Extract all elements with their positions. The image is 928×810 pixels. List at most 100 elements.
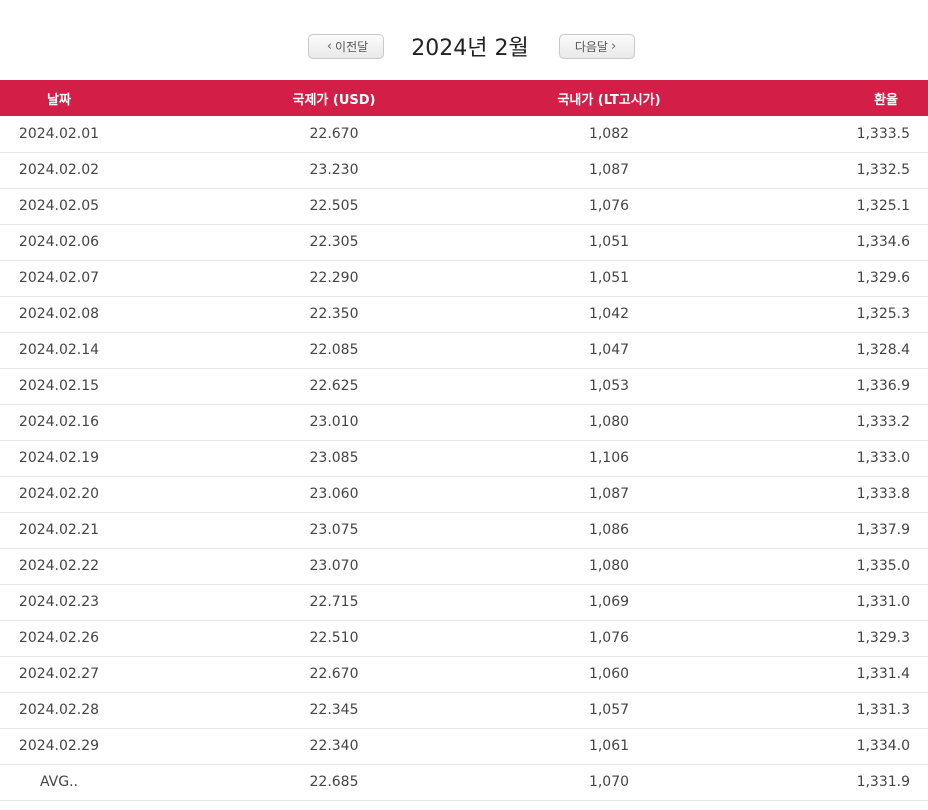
table-row: 2024.02.01 22.670 1,082 1,333.5 xyxy=(0,116,928,152)
cell-exchange-rate: 1,328.4 xyxy=(856,342,910,358)
cell-date: 2024.02.14 xyxy=(18,342,100,358)
cell-exchange-rate: 1,331.9 xyxy=(856,774,910,790)
cell-date: 2024.02.15 xyxy=(18,378,100,394)
cell-exchange-rate: 1,331.0 xyxy=(856,594,910,610)
month-title: 2024년 2월 xyxy=(411,36,529,61)
cell-date: 2024.02.01 xyxy=(18,125,100,142)
table-avg-row: AVG.. 22.685 1,070 1,331.9 xyxy=(0,764,928,800)
cell-date: 2024.02.20 xyxy=(18,486,100,502)
cell-domestic-price: 1,106 xyxy=(588,450,630,466)
cell-intl-price: 22.670 xyxy=(309,125,359,142)
cell-domestic-price: 1,057 xyxy=(588,702,630,718)
table-row: 2024.02.20 23.060 1,087 1,333.8 xyxy=(0,476,928,512)
cell-intl-price: 22.715 xyxy=(309,594,359,610)
cell-exchange-rate: 1,333.8 xyxy=(856,486,910,502)
cell-intl-price: 22.340 xyxy=(309,738,359,754)
month-navigation: ‹ 이전달 2024년 2월 다음달 › xyxy=(0,0,928,80)
table-row: 2024.02.28 22.345 1,057 1,331.3 xyxy=(0,692,928,728)
header-date[interactable]: 날짜 xyxy=(0,80,118,116)
table-row: 2024.02.27 22.670 1,060 1,331.4 xyxy=(0,656,928,692)
cell-intl-price: 22.510 xyxy=(309,630,359,646)
cell-exchange-rate: 1,333.2 xyxy=(856,414,910,430)
table-row: 2024.02.05 22.505 1,076 1,325.1 xyxy=(0,188,928,224)
cell-date: 2024.02.07 xyxy=(18,270,100,286)
header-exchange-rate[interactable]: 환율 xyxy=(668,80,928,116)
cell-intl-price: 22.345 xyxy=(309,702,359,718)
cell-domestic-price: 1,069 xyxy=(588,594,630,610)
cell-domestic-price: 1,076 xyxy=(588,630,630,646)
chevron-left-icon: ‹ xyxy=(326,39,333,54)
cell-exchange-rate: 1,329.3 xyxy=(856,630,910,646)
cell-intl-price: 23.070 xyxy=(309,558,359,574)
cell-exchange-rate: 1,334.6 xyxy=(856,234,910,250)
header-intl-price[interactable]: 국제가 (USD) xyxy=(118,80,550,116)
table-row: 2024.02.16 23.010 1,080 1,333.2 xyxy=(0,404,928,440)
cell-intl-price: 22.290 xyxy=(309,270,359,286)
cell-exchange-rate: 1,325.1 xyxy=(856,198,910,214)
cell-domestic-price: 1,051 xyxy=(588,270,630,286)
table-body: 2024.02.01 22.670 1,082 1,333.5 2024.02.02 23… xyxy=(0,116,928,800)
cell-domestic-price: 1,086 xyxy=(588,522,630,538)
table-row: 2024.02.06 22.305 1,051 1,334.6 xyxy=(0,224,928,260)
cell-date: 2024.02.06 xyxy=(18,234,100,250)
table-row: 2024.02.22 23.070 1,080 1,335.0 xyxy=(0,548,928,584)
table-row: 2024.02.02 23.230 1,087 1,332.5 xyxy=(0,152,928,188)
cell-domestic-price: 1,047 xyxy=(588,342,630,358)
cell-domestic-price: 1,080 xyxy=(588,558,630,574)
cell-intl-price: 23.075 xyxy=(309,522,359,538)
cell-date: 2024.02.22 xyxy=(18,558,100,574)
cell-intl-price: 22.305 xyxy=(309,234,359,250)
cell-exchange-rate: 1,334.0 xyxy=(856,738,910,754)
table-row: 2024.02.26 22.510 1,076 1,329.3 xyxy=(0,620,928,656)
cell-exchange-rate: 1,331.3 xyxy=(856,702,910,718)
cell-domestic-price: 1,053 xyxy=(588,378,630,394)
cell-exchange-rate: 1,335.0 xyxy=(856,558,910,574)
cell-domestic-price: 1,082 xyxy=(588,125,630,142)
prev-month-label: 이전달 xyxy=(335,40,369,54)
cell-intl-price: 22.670 xyxy=(309,666,359,682)
cell-intl-price: 22.685 xyxy=(309,774,359,790)
cell-exchange-rate: 1,332.5 xyxy=(856,162,910,178)
table-row: 2024.02.29 22.340 1,061 1,334.0 xyxy=(0,728,928,764)
cell-domestic-price: 1,080 xyxy=(588,414,630,430)
next-month-label: 다음달 xyxy=(574,40,608,54)
cell-date: 2024.02.08 xyxy=(18,306,100,322)
cell-intl-price: 23.060 xyxy=(309,486,359,502)
cell-date: 2024.02.05 xyxy=(18,198,100,214)
cell-domestic-price: 1,042 xyxy=(588,306,630,322)
cell-domestic-price: 1,087 xyxy=(588,162,630,178)
cell-date: 2024.02.29 xyxy=(18,738,100,754)
cell-exchange-rate: 1,337.9 xyxy=(856,522,910,538)
cell-exchange-rate: 1,333.5 xyxy=(856,125,910,142)
cell-exchange-rate: 1,333.0 xyxy=(856,450,910,466)
cell-exchange-rate: 1,325.3 xyxy=(856,306,910,322)
cell-intl-price: 22.350 xyxy=(309,306,359,322)
cell-date: 2024.02.21 xyxy=(18,522,100,538)
table-row: 2024.02.14 22.085 1,047 1,328.4 xyxy=(0,332,928,368)
cell-domestic-price: 1,051 xyxy=(588,234,630,250)
cell-intl-price: 22.505 xyxy=(309,198,359,214)
cell-domestic-price: 1,060 xyxy=(588,666,630,682)
header-domestic-price[interactable]: 국내가 (LT고시가) xyxy=(550,80,668,116)
cell-date: 2024.02.28 xyxy=(18,702,100,718)
cell-domestic-price: 1,061 xyxy=(588,738,630,754)
cell-date: AVG.. xyxy=(39,774,78,790)
table-row: 2024.02.07 22.290 1,051 1,329.6 xyxy=(0,260,928,296)
table-row: 2024.02.21 23.075 1,086 1,337.9 xyxy=(0,512,928,548)
cell-intl-price: 22.625 xyxy=(309,378,359,394)
next-month-button[interactable]: 다음달 › xyxy=(559,34,635,59)
cell-date: 2024.02.27 xyxy=(18,666,100,682)
cell-date: 2024.02.19 xyxy=(18,450,100,466)
table-row: 2024.02.23 22.715 1,069 1,331.0 xyxy=(0,584,928,620)
cell-intl-price: 23.085 xyxy=(309,450,359,466)
prev-month-button[interactable]: ‹ 이전달 xyxy=(308,34,384,59)
cell-exchange-rate: 1,331.4 xyxy=(856,666,910,682)
cell-date: 2024.02.02 xyxy=(18,162,100,178)
cell-date: 2024.02.16 xyxy=(18,414,100,430)
cell-date: 2024.02.23 xyxy=(18,594,100,610)
cell-exchange-rate: 1,329.6 xyxy=(856,270,910,286)
table-row: 2024.02.15 22.625 1,053 1,336.9 xyxy=(0,368,928,404)
cell-intl-price: 22.085 xyxy=(309,342,359,358)
cell-domestic-price: 1,070 xyxy=(588,774,630,790)
cell-intl-price: 23.230 xyxy=(309,162,359,178)
